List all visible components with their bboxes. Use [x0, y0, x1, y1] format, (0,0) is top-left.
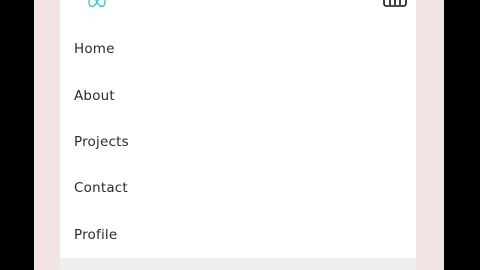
infinity-logo-icon[interactable] [87, 0, 107, 8]
nav-item-projects[interactable]: Projects [60, 119, 416, 165]
nav-item-contact[interactable]: Contact [60, 165, 416, 211]
nav-item-label: Contact [74, 180, 128, 197]
main-navigation: Home About Projects Contact Profile [60, 26, 416, 258]
nav-item-label: Projects [74, 133, 129, 150]
nav-item-about[interactable]: About [60, 72, 416, 118]
nav-panel-footer [60, 258, 416, 270]
nav-item-label: Profile [74, 226, 118, 243]
nav-item-label: About [74, 87, 115, 104]
hamburger-menu-icon[interactable] [383, 0, 407, 7]
nav-item-profile[interactable]: Profile [60, 212, 416, 258]
nav-item-label: Home [74, 41, 115, 58]
nav-item-home[interactable]: Home [60, 26, 416, 72]
